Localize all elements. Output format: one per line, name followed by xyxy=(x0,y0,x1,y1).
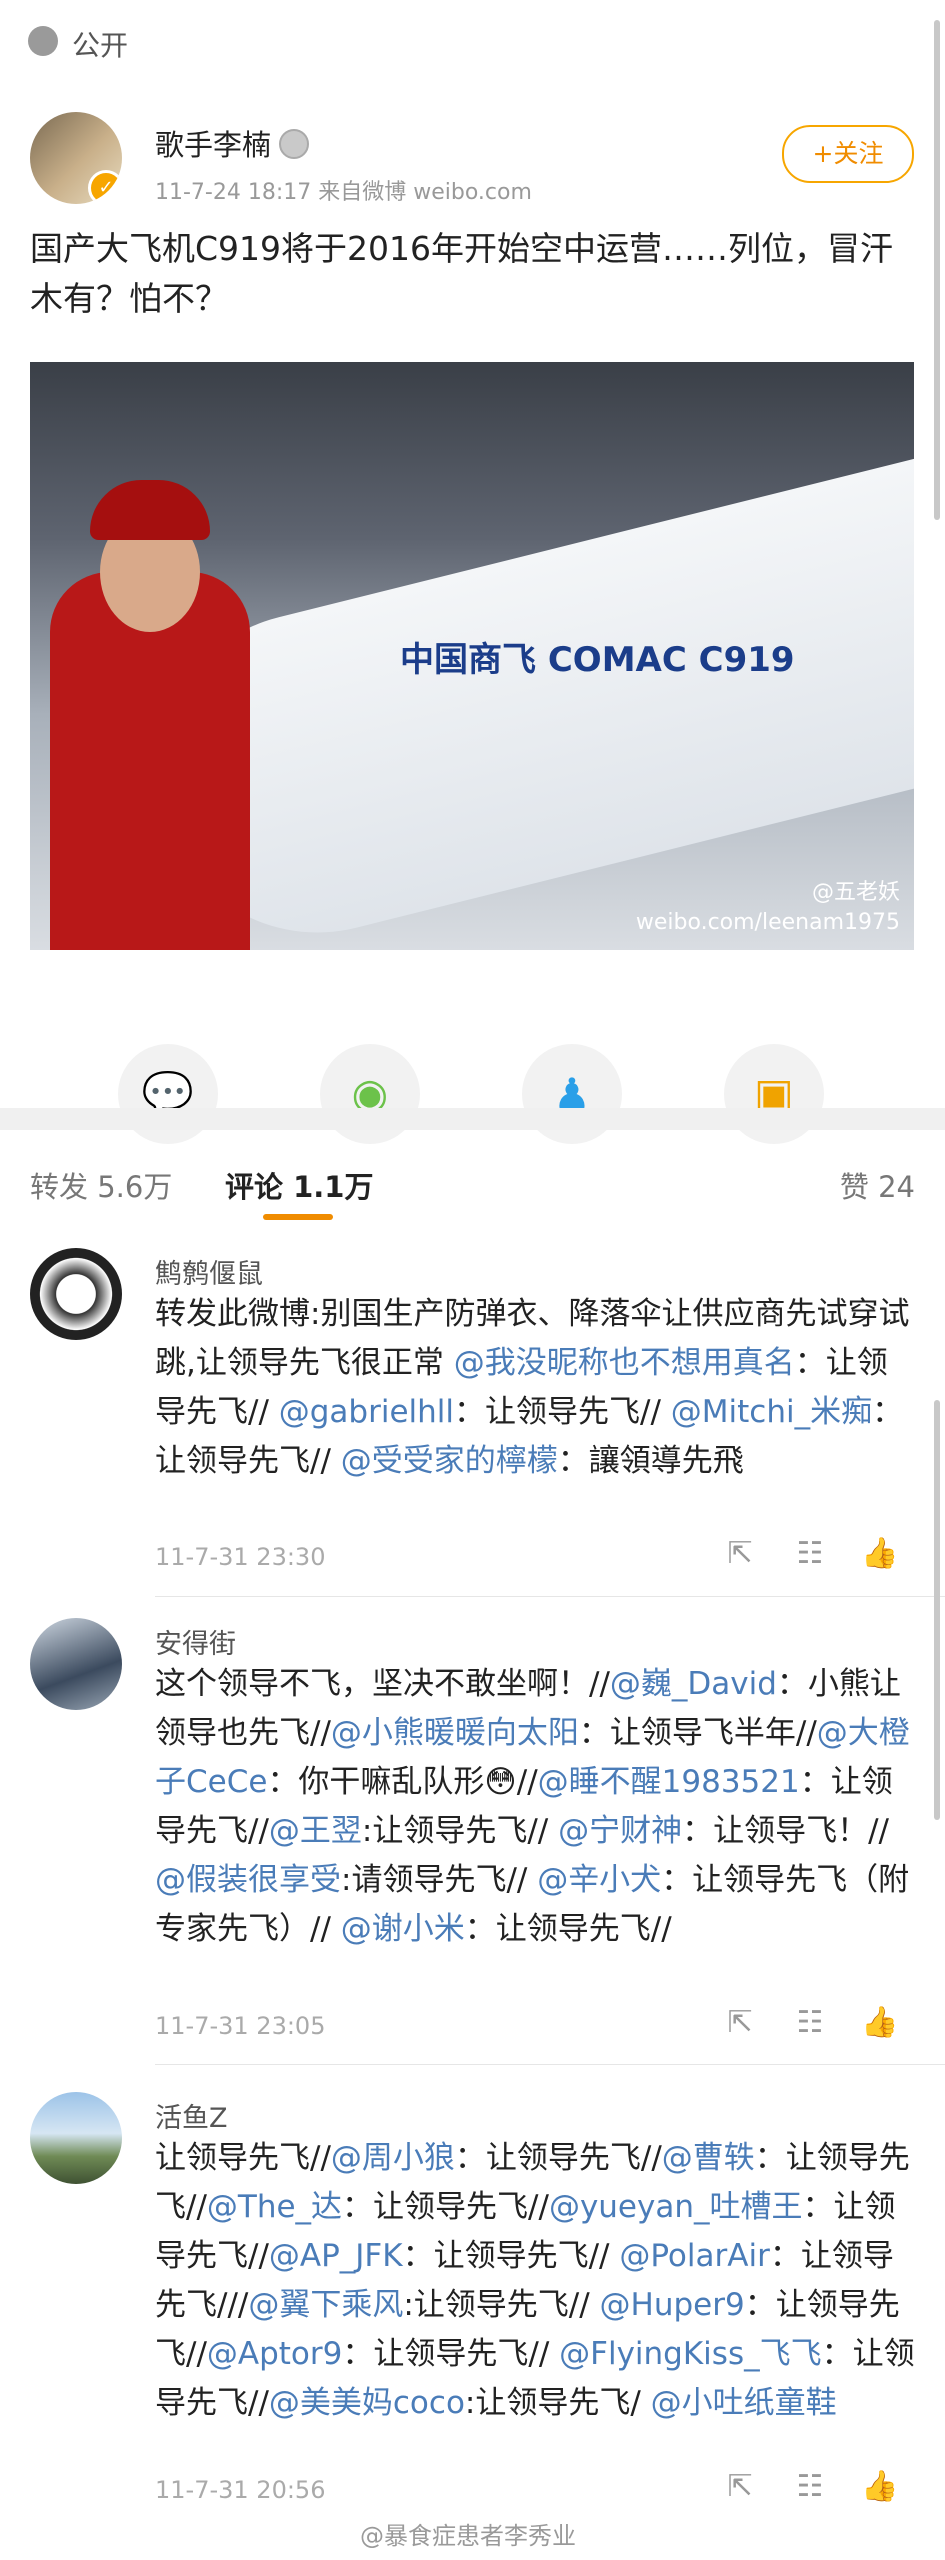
comment-time: 11-7-31 23:05 xyxy=(155,2012,326,2040)
visibility-label: 公开 xyxy=(72,29,129,62)
mention-link[interactable]: @我没昵称也不想用真名 xyxy=(454,1345,795,1381)
mention-link[interactable]: @假装很享受 xyxy=(155,1862,341,1898)
mention-link[interactable]: @PolarAir xyxy=(619,2238,769,2274)
mention-link[interactable]: @Huper9 xyxy=(600,2287,745,2323)
share-icon[interactable]: ⇱ xyxy=(705,1536,775,1571)
comment-fragment: ：让领导先飞// xyxy=(454,2140,662,2176)
verified-badge-icon: ✓ xyxy=(88,170,122,204)
active-tab-indicator xyxy=(263,1214,333,1220)
mention-link[interactable]: @FlyingKiss_飞飞 xyxy=(559,2336,821,2372)
mention-link[interactable]: @yueyan_吐槽王 xyxy=(549,2189,803,2225)
visibility-bar: 公开 xyxy=(0,0,945,84)
scrollbar-comments[interactable] xyxy=(934,1400,940,1820)
post-meta: 11-7-24 18:17 来自微博 weibo.com xyxy=(155,180,532,205)
like-icon[interactable]: 👍 xyxy=(845,2005,915,2040)
comment-fragment: :让领导先飞// xyxy=(361,1813,559,1849)
comment-separator xyxy=(155,1596,945,1597)
comment-time: 11-7-31 23:30 xyxy=(155,1543,326,1571)
like-icon[interactable]: 👍 xyxy=(845,2469,915,2504)
comment-fragment: ：让领导飞！// xyxy=(682,1813,889,1849)
comment-fragment: ：让领导先飞// xyxy=(402,2238,620,2274)
comment-time: 11-7-31 20:56 xyxy=(155,2476,326,2504)
follow-button[interactable]: +关注 xyxy=(782,125,914,183)
author-name-text: 歌手李楠 xyxy=(155,128,272,162)
tab-comment[interactable]: 评论 1.1万 xyxy=(225,1164,373,1206)
like-icon[interactable]: 👍 xyxy=(845,1536,915,1571)
mention-link[interactable]: @宁财神 xyxy=(558,1813,682,1849)
tab-repost[interactable]: 转发 5.6万 xyxy=(30,1164,172,1206)
comment-fragment: ：让领导先飞// xyxy=(464,1911,672,1947)
comment-fragment: ：让领导飞半年// xyxy=(578,1715,817,1751)
comment-fragment: ：你干嘛乱队形😳// xyxy=(267,1764,538,1800)
author-avatar[interactable]: ✓ xyxy=(30,112,122,204)
comment-item: 活鱼Z 让领导先飞//@周小狼：让领导先飞//@曹轶：让领导先飞//@The_达… xyxy=(0,2074,945,2554)
commenter-name[interactable]: 鹪鹩偃鼠 xyxy=(155,1252,263,1291)
photo-watermark: @五老妖 weibo.com/leenam1975 xyxy=(636,878,900,938)
mention-link[interactable]: @睡不醒1983521 xyxy=(538,1764,800,1800)
flight-attendant-hat xyxy=(90,480,210,540)
footer-watermark: @暴食症患者李秀业 xyxy=(360,2522,576,2550)
comment-item: 安得街 这个领导不飞，坚决不敢坐啊！//@巍_David：小熊让领导也先飞//@… xyxy=(0,1600,945,2090)
comment-actions: ⇱ ☷ 👍 xyxy=(705,2469,915,2504)
mention-link[interactable]: @The_达 xyxy=(207,2189,342,2225)
tab-like[interactable]: 赞 24 xyxy=(840,1164,915,1206)
mention-link[interactable]: @Mitchi_米痴 xyxy=(671,1394,872,1430)
interaction-tabs: 转发 5.6万 评论 1.1万 赞 24 xyxy=(0,1130,945,1230)
medal-icon xyxy=(279,129,310,159)
mention-link[interactable]: @巍_David xyxy=(610,1666,777,1702)
comment-fragment: :让领导先飞/ xyxy=(464,2385,651,2421)
mention-link[interactable]: @谢小米 xyxy=(341,1911,465,1947)
mention-link[interactable]: @小熊暖暖向太阳 xyxy=(331,1715,579,1751)
comment-fragment: 这个领导不飞，坚决不敢坐啊！// xyxy=(155,1666,610,1702)
mention-link[interactable]: @王翌 xyxy=(269,1813,362,1849)
section-divider xyxy=(0,1108,945,1130)
comment-text: 转发此微博:别国生产防弹衣、降落伞让供应商先试穿试跳,让领导先飞很正常 @我没昵… xyxy=(155,1290,915,1486)
comment-fragment: :让领导先飞// xyxy=(403,2287,600,2323)
comment-actions: ⇱ ☷ 👍 xyxy=(705,1536,915,1571)
mention-link[interactable]: @小吐纸童鞋 xyxy=(651,2385,837,2421)
mention-link[interactable]: @受受家的檸檬 xyxy=(341,1443,558,1479)
mention-link[interactable]: @美美妈coco xyxy=(269,2385,465,2421)
post-text: 国产大飞机C919将于2016年开始空中运营……列位，冒汗木有？怕不？ xyxy=(30,229,894,318)
mention-link[interactable]: @gabrielhll xyxy=(279,1394,454,1430)
comment-text: 让领导先飞//@周小狼：让领导先飞//@曹轶：让领导先飞//@The_达：让领导… xyxy=(155,2134,915,2428)
reply-icon[interactable]: ☷ xyxy=(775,2005,845,2040)
comment-item: 鹪鹩偃鼠 转发此微博:别国生产防弹衣、降落伞让供应商先试穿试跳,让领导先飞很正常… xyxy=(0,1230,945,1638)
mention-link[interactable]: @Aptor9 xyxy=(207,2336,342,2372)
comac-logo: 中国商飞 COMAC C919 xyxy=(400,640,795,680)
share-icon[interactable]: ⇱ xyxy=(705,2469,775,2504)
mention-link[interactable]: @辛小犬 xyxy=(537,1862,661,1898)
mention-link[interactable]: @AP_JFK xyxy=(269,2238,403,2274)
reply-icon[interactable]: ☷ xyxy=(775,1536,845,1571)
comment-fragment: ：让领导先飞// xyxy=(454,1394,671,1430)
post-photo[interactable]: 中国商飞 COMAC C919 @五老妖 weibo.com/leenam197… xyxy=(30,362,914,950)
author-name[interactable]: 歌手李楠 xyxy=(155,122,310,164)
comment-text: 这个领导不飞，坚决不敢坐啊！//@巍_David：小熊让领导也先飞//@小熊暖暖… xyxy=(155,1660,915,1954)
mention-link[interactable]: @曹轶 xyxy=(662,2140,755,2176)
photo-watermark-url: weibo.com/leenam1975 xyxy=(635,910,900,935)
comment-fragment: ：让领导先飞// xyxy=(342,2336,560,2372)
comment-actions: ⇱ ☷ 👍 xyxy=(705,2005,915,2040)
commenter-name[interactable]: 活鱼Z xyxy=(155,2096,228,2135)
share-icon[interactable]: ⇱ xyxy=(705,2005,775,2040)
comment-fragment: :请领导先飞// xyxy=(341,1862,538,1898)
comment-separator xyxy=(155,2064,945,2065)
comment-fragment: 让领导先飞// xyxy=(155,2140,331,2176)
globe-icon xyxy=(28,26,58,56)
commenter-avatar[interactable] xyxy=(30,1618,122,1710)
commenter-name[interactable]: 安得街 xyxy=(155,1622,236,1661)
photo-watermark-handle: @五老妖 xyxy=(811,880,900,905)
mention-link[interactable]: @周小狼 xyxy=(331,2140,455,2176)
mention-link[interactable]: @翼下乘风 xyxy=(248,2287,403,2323)
commenter-avatar[interactable] xyxy=(30,2092,122,2184)
comment-fragment: ：让领导先飞// xyxy=(342,2189,549,2225)
scrollbar-top[interactable] xyxy=(934,20,940,520)
reply-icon[interactable]: ☷ xyxy=(775,2469,845,2504)
comment-fragment: ：讓領導先飛 xyxy=(557,1443,744,1479)
commenter-avatar[interactable] xyxy=(30,1248,122,1340)
